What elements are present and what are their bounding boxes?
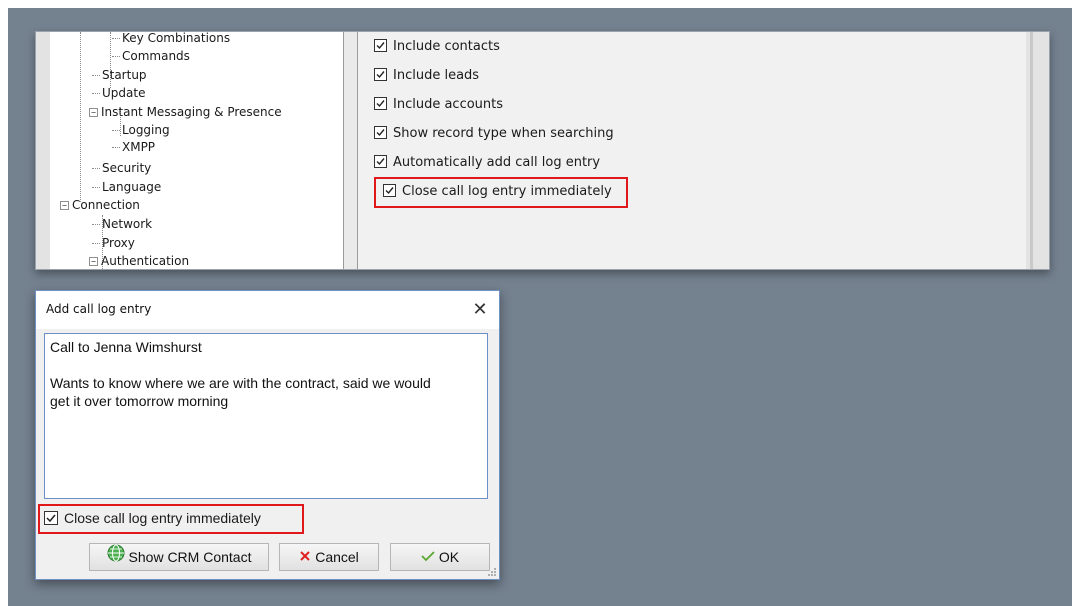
tree-item-label: Startup (102, 68, 147, 82)
tree-item-label: Instant Messaging & Presence (101, 105, 282, 119)
tree-item-label: Commands (122, 49, 190, 63)
highlight-box (374, 177, 628, 208)
button-label: OK (438, 549, 460, 565)
tree-item-update[interactable]: Update (92, 84, 145, 102)
check-icon (376, 100, 385, 108)
tree-item-network[interactable]: Network (92, 215, 152, 233)
button-label: Show CRM Contact (128, 549, 252, 565)
tree-item-commands[interactable]: Commands (112, 47, 190, 65)
tree-item-label: Language (102, 180, 162, 194)
x-icon (299, 544, 311, 570)
tree-item-xmpp[interactable]: XMPP (112, 138, 155, 156)
settings-panel: Key Combinations Commands Startup Update… (35, 31, 1050, 270)
checkmark-icon (421, 544, 435, 570)
tree-item-authentication[interactable]: − Authentication (89, 252, 189, 269)
option-label: Include contacts (393, 39, 500, 54)
option-include-contacts[interactable]: Include contacts (374, 37, 500, 57)
left-scroll-strip (36, 32, 51, 269)
settings-tree: Key Combinations Commands Startup Update… (50, 32, 344, 269)
tree-item-label: Connection (72, 198, 140, 212)
collapse-icon[interactable]: − (60, 201, 69, 210)
tree-item-label: XMPP (122, 140, 156, 154)
ok-button[interactable]: OK (390, 543, 490, 571)
highlight-box (38, 504, 304, 534)
tree-item-key-combinations[interactable]: Key Combinations (112, 32, 230, 47)
checkbox[interactable] (374, 97, 387, 110)
dialog-title: Add call log entry (46, 302, 152, 316)
tree-item-label: Authentication (101, 254, 190, 268)
tree-item-security[interactable]: Security (92, 159, 151, 177)
button-label: Cancel (315, 549, 359, 565)
check-icon (376, 42, 385, 50)
option-include-leads[interactable]: Include leads (374, 66, 479, 86)
splitter[interactable] (344, 32, 358, 269)
resize-grip-icon[interactable] (487, 567, 497, 577)
collapse-icon[interactable]: − (89, 257, 98, 266)
close-icon[interactable]: ✕ (465, 297, 495, 323)
tree-item-label: Update (102, 86, 146, 100)
checkbox[interactable] (374, 68, 387, 81)
checkbox[interactable] (374, 126, 387, 139)
option-show-record-type[interactable]: Show record type when searching (374, 124, 614, 144)
add-call-log-dialog: Add call log entry ✕ Call to Jenna Wimsh… (35, 290, 500, 580)
tree-item-logging[interactable]: Logging (112, 121, 170, 139)
tree-item-proxy[interactable]: Proxy (92, 234, 135, 252)
tree-item-label: Logging (122, 123, 170, 137)
right-scroll-strip (1026, 32, 1049, 269)
dialog-titlebar[interactable]: Add call log entry ✕ (36, 291, 499, 329)
check-icon (376, 158, 385, 166)
tree-item-label: Proxy (102, 236, 135, 250)
globe-icon (107, 544, 125, 570)
checkbox[interactable] (374, 155, 387, 168)
collapse-icon[interactable]: − (89, 108, 98, 117)
option-include-accounts[interactable]: Include accounts (374, 95, 503, 115)
tree-item-label: Network (102, 217, 153, 231)
tree-item-startup[interactable]: Startup (92, 66, 147, 84)
settings-options: Include contacts Include leads Include a… (358, 32, 1027, 269)
option-auto-add-call-log[interactable]: Automatically add call log entry (374, 153, 600, 173)
option-label: Automatically add call log entry (393, 155, 601, 170)
check-icon (376, 129, 385, 137)
cancel-button[interactable]: Cancel (279, 543, 379, 571)
option-label: Show record type when searching (393, 126, 614, 141)
tree-item-label: Key Combinations (122, 32, 231, 45)
tree-item-label: Security (102, 161, 152, 175)
show-crm-contact-button[interactable]: Show CRM Contact (89, 543, 269, 571)
tree-guide-line (80, 32, 81, 202)
option-label: Include accounts (393, 97, 504, 112)
tree-item-instant-messaging[interactable]: − Instant Messaging & Presence (89, 103, 282, 121)
call-log-text-field[interactable]: Call to Jenna Wimshurst Wants to know wh… (44, 333, 488, 499)
tree-item-connection[interactable]: − Connection (60, 196, 140, 214)
tree-item-language[interactable]: Language (92, 178, 161, 196)
checkbox[interactable] (374, 39, 387, 52)
option-label: Include leads (393, 68, 480, 83)
check-icon (376, 71, 385, 79)
